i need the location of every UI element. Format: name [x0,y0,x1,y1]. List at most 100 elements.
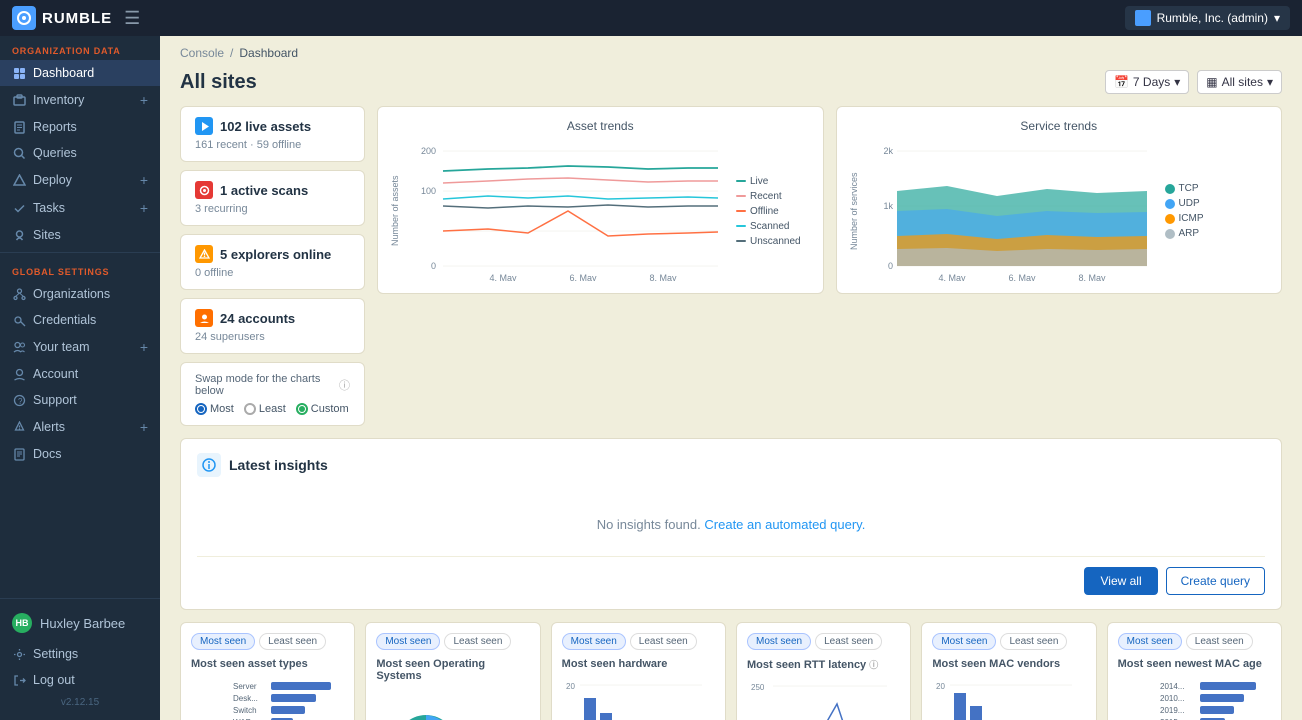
sidebar-item-reports[interactable]: Reports [0,114,160,140]
stat-card-live[interactable]: 102 live assets 161 recent · 59 offline [180,106,365,162]
alerts-icon [12,420,26,434]
topnav-left: RUMBLE ☰ [12,6,140,30]
view-all-button[interactable]: View all [1084,567,1157,595]
svg-text:8. May: 8. May [649,273,677,281]
user-area[interactable]: HB Huxley Barbee [0,605,160,641]
svg-text:6. May: 6. May [1008,273,1036,281]
insights-footer: View all Create query [197,556,1265,595]
site-filter-label: All sites [1222,75,1263,89]
insights-title: Latest insights [229,457,328,473]
tab-least-seen-hardware[interactable]: Least seen [630,633,697,650]
tab-least-seen-asset-types[interactable]: Least seen [259,633,326,650]
tab-most-seen-os[interactable]: Most seen [376,633,440,650]
svg-text:2k: 2k [883,146,893,156]
sidebar-item-inventory[interactable]: Inventory + [0,86,160,114]
sidebar-item-alerts[interactable]: Alerts + [0,413,160,441]
sidebar: ORGANIZATION DATA Dashboard Inventory + [0,36,160,720]
sidebar-item-dashboard[interactable]: Dashboard [0,60,160,86]
stat-card-explorer[interactable]: 5 explorers online 0 offline [180,234,365,290]
tab-least-seen-os[interactable]: Least seen [444,633,511,650]
calendar-icon: 📅 [1114,75,1129,89]
svg-text:20: 20 [566,682,575,691]
page-title: All sites [180,71,257,94]
svg-text:20: 20 [936,682,945,691]
tasks-icon [12,201,26,215]
svg-text:6. May: 6. May [569,273,597,281]
sites-icon [12,228,26,242]
service-trends-panel: Service trends Number of services 2k 1k [836,106,1283,294]
sidebar-label-inventory: Inventory [33,93,84,107]
sidebar-item-organizations[interactable]: Organizations [0,281,160,307]
sidebar-item-settings[interactable]: Settings [0,641,160,667]
sidebar-divider [0,252,160,253]
stat-cards-column: 102 live assets 161 recent · 59 offline … [180,106,365,426]
queries-icon [12,146,26,160]
tab-most-seen-mac-vendors[interactable]: Most seen [932,633,996,650]
create-query-button[interactable]: Create query [1166,567,1265,595]
docs-icon [12,447,26,461]
tab-least-seen-mac-age[interactable]: Least seen [1186,633,1253,650]
deploy-plus-icon[interactable]: + [140,172,148,188]
svg-text:8. May: 8. May [1078,273,1106,281]
svg-text:0: 0 [431,261,436,271]
tab-most-seen-rtt[interactable]: Most seen [747,633,811,650]
info-icon: ⓘ [339,377,350,393]
tab-least-seen-mac-vendors[interactable]: Least seen [1000,633,1067,650]
os-chart: Ubun... [376,690,521,720]
tab-least-seen-rtt[interactable]: Least seen [815,633,882,650]
deploy-icon [12,173,26,187]
swap-mode-least[interactable]: Least [244,403,286,415]
stat-card-account[interactable]: 24 accounts 24 superusers [180,298,365,354]
svg-text:4. May: 4. May [489,273,517,281]
sidebar-item-your-team[interactable]: Your team + [0,333,160,361]
inventory-plus-icon[interactable]: + [140,92,148,108]
sidebar-label-settings: Settings [33,647,78,661]
swap-mode-most[interactable]: Most [195,403,234,415]
main-row: 102 live assets 161 recent · 59 offline … [160,106,1302,438]
sidebar-label-sites: Sites [33,228,61,242]
dashboard-icon [12,66,26,80]
sidebar-label-queries: Queries [33,146,77,160]
service-trends-title: Service trends [849,119,1270,133]
hamburger-menu-icon[interactable]: ☰ [124,8,140,29]
sidebar-item-support[interactable]: ? Support [0,387,160,413]
sidebar-item-logout[interactable]: Log out [0,667,160,693]
bottom-card-hardware: Most seen Least seen Most seen hardware … [551,622,726,720]
swap-mode-custom[interactable]: Custom [296,403,349,415]
tab-most-seen-mac-age[interactable]: Most seen [1118,633,1182,650]
card-title-hardware: Most seen hardware [562,658,715,670]
tab-most-seen-asset-types[interactable]: Most seen [191,633,255,650]
your-team-plus-icon[interactable]: + [140,339,148,355]
live-assets-icon [195,117,213,135]
sidebar-item-account[interactable]: Account [0,361,160,387]
asset-trends-legend: Live Recent Offline Scanned Unscanned [736,141,806,281]
sidebar-item-credentials[interactable]: Credentials [0,307,160,333]
card-title-mac-age: Most seen newest MAC age [1118,658,1271,670]
sidebar-label-reports: Reports [33,120,77,134]
app-logo-text: RUMBLE [42,10,112,27]
bottom-card-asset-types: Most seen Least seen Most seen asset typ… [180,622,355,720]
org-icon [1135,10,1151,26]
alerts-plus-icon[interactable]: + [140,419,148,435]
swap-mode-label: Swap mode for the charts below ⓘ [195,373,350,397]
sidebar-item-tasks[interactable]: Tasks + [0,194,160,222]
breadcrumb-console[interactable]: Console [180,46,224,60]
organizations-icon [12,287,26,301]
sidebar-item-deploy[interactable]: Deploy + [0,166,160,194]
date-range-select[interactable]: 📅 7 Days ▾ [1105,70,1189,94]
org-selector[interactable]: Rumble, Inc. (admin) ▾ [1125,6,1290,30]
tab-most-seen-hardware[interactable]: Most seen [562,633,626,650]
card-title-rtt: Most seen RTT latency ⓘ [747,658,900,671]
sidebar-label-deploy: Deploy [33,173,72,187]
sidebar-item-docs[interactable]: Docs [0,441,160,467]
create-query-link[interactable]: Create an automated query. [704,517,865,532]
sidebar-item-queries[interactable]: Queries [0,140,160,166]
accounts-sub: 24 superusers [195,331,350,343]
tasks-plus-icon[interactable]: + [140,200,148,216]
version-text: v2.12.15 [0,693,160,712]
sidebar-item-sites[interactable]: Sites [0,222,160,248]
site-filter-select[interactable]: ▦ All sites ▾ [1197,70,1282,94]
chevron-down-icon: ▾ [1174,75,1180,89]
rtt-chart: 250 0 [747,679,892,720]
stat-card-scan[interactable]: 1 active scans 3 recurring [180,170,365,226]
